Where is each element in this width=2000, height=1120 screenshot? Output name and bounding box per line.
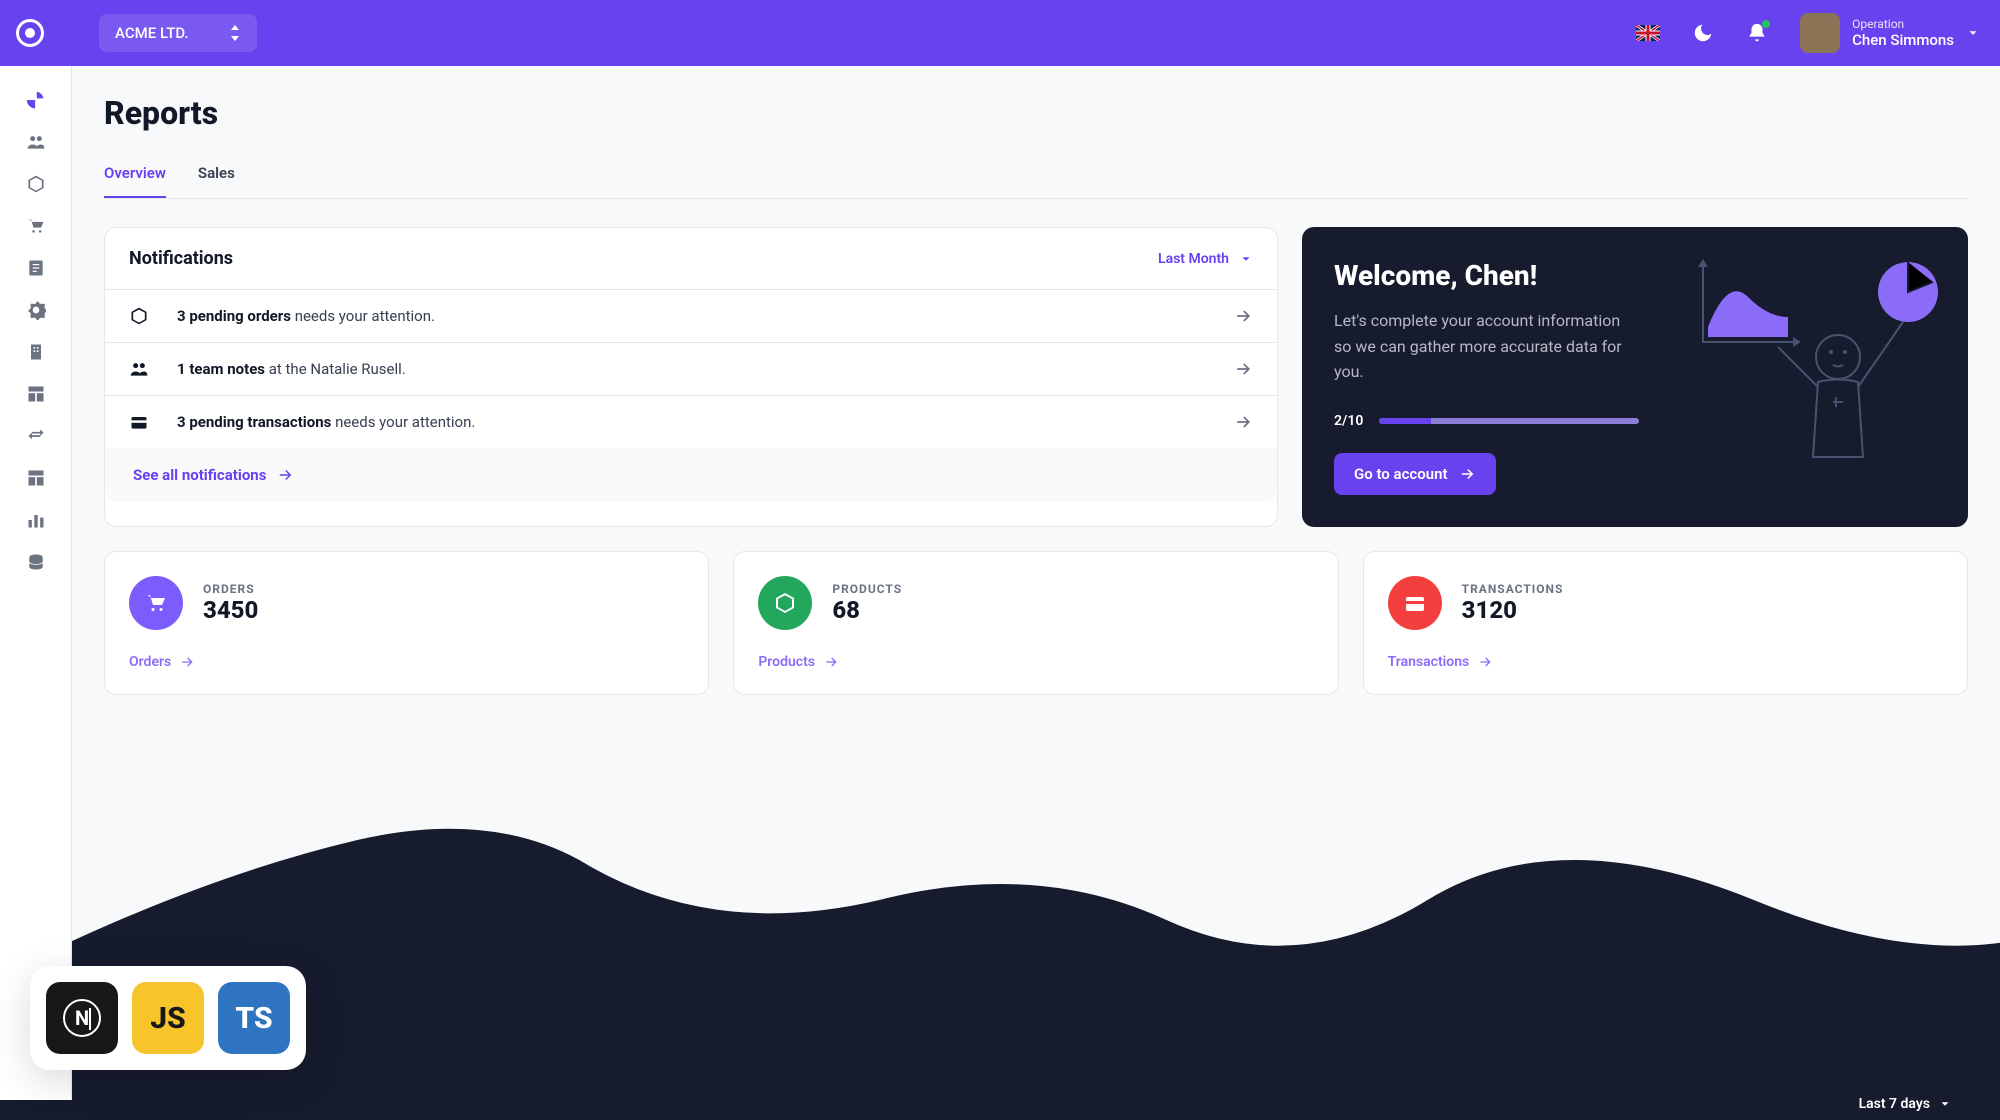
stat-link-orders[interactable]: Orders xyxy=(129,654,684,670)
wave-decoration-icon xyxy=(0,780,2000,1120)
sidebar-item-company[interactable] xyxy=(26,342,46,362)
arrow-right-icon xyxy=(1233,306,1253,326)
sidebar-item-layout[interactable] xyxy=(26,384,46,404)
cart-icon xyxy=(26,216,46,236)
tech-badge-next: N xyxy=(46,982,118,1054)
moon-icon[interactable] xyxy=(1692,22,1714,44)
app-header: ACME LTD. Operation Chen Simmons xyxy=(0,0,2000,66)
stat-link-transactions[interactable]: Transactions xyxy=(1388,654,1943,670)
notifications-card: Notifications Last Month 3 pending order… xyxy=(104,227,1278,527)
invoice-icon xyxy=(26,258,46,278)
avatar xyxy=(1800,13,1840,53)
chevron-updown-icon xyxy=(229,25,241,41)
tech-badge-ts: TS xyxy=(218,982,290,1054)
language-flag-icon[interactable] xyxy=(1636,25,1660,41)
people-icon xyxy=(129,359,153,379)
stat-value: 3120 xyxy=(1462,596,1564,624)
notification-dot-icon xyxy=(1762,20,1770,28)
stat-value: 68 xyxy=(832,596,902,624)
building-icon xyxy=(26,342,46,362)
stat-label: PRODUCTS xyxy=(832,582,902,596)
tab-overview[interactable]: Overview xyxy=(104,164,166,198)
transfer-icon xyxy=(26,426,46,446)
sidebar-item-dashboard[interactable] xyxy=(26,468,46,488)
see-all-notifications-link[interactable]: See all notifications xyxy=(133,466,1249,484)
progress-bar xyxy=(1379,418,1639,424)
box-icon xyxy=(129,306,153,326)
stat-label: ORDERS xyxy=(203,582,258,596)
notification-item[interactable]: 3 pending orders needs your attention. xyxy=(105,289,1277,342)
sidebar-item-products[interactable] xyxy=(26,174,46,194)
welcome-description: Let's complete your account information … xyxy=(1334,308,1634,385)
card-icon xyxy=(1388,576,1442,630)
chevron-down-icon xyxy=(1239,252,1253,266)
database-icon xyxy=(26,552,46,572)
sidebar-item-storage[interactable] xyxy=(26,552,46,572)
sidebar-item-team[interactable] xyxy=(26,132,46,152)
arrow-right-icon xyxy=(1477,654,1493,670)
page-title: Reports xyxy=(104,94,1968,132)
progress-text: 2/10 xyxy=(1334,413,1363,429)
user-menu[interactable]: Operation Chen Simmons xyxy=(1800,13,1980,53)
chart-icon xyxy=(26,510,46,530)
tech-badge-js: JS xyxy=(132,982,204,1054)
chart-period-filter[interactable]: Last 7 days xyxy=(1859,1096,1952,1112)
stat-label: TRANSACTIONS xyxy=(1462,582,1564,596)
sidebar-item-transfers[interactable] xyxy=(26,426,46,446)
sidebar-item-orders[interactable] xyxy=(26,216,46,236)
arrow-right-icon xyxy=(1233,412,1253,432)
pie-chart-icon xyxy=(26,90,46,110)
sidebar-item-reports[interactable] xyxy=(26,90,46,110)
tabs: Overview Sales xyxy=(104,164,1968,199)
notifications-title: Notifications xyxy=(129,248,233,269)
welcome-illustration-icon xyxy=(1688,237,1948,477)
logo-icon[interactable] xyxy=(16,19,44,47)
stat-value: 3450 xyxy=(203,596,258,624)
notification-item[interactable]: 1 team notes at the Natalie Rusell. xyxy=(105,342,1277,395)
go-to-account-button[interactable]: Go to account xyxy=(1334,453,1496,495)
org-selector[interactable]: ACME LTD. xyxy=(99,14,257,52)
sidebar xyxy=(0,66,72,1100)
arrow-right-icon xyxy=(179,654,195,670)
arrow-right-icon xyxy=(276,466,294,484)
stat-card-products: PRODUCTS 68 Products xyxy=(733,551,1338,695)
stat-link-products[interactable]: Products xyxy=(758,654,1313,670)
notifications-bell[interactable] xyxy=(1746,22,1768,44)
box-icon xyxy=(758,576,812,630)
grid-icon xyxy=(26,468,46,488)
notification-item[interactable]: 3 pending transactions needs your attent… xyxy=(105,395,1277,448)
user-role: Operation xyxy=(1852,17,1954,31)
svg-text:N: N xyxy=(75,1006,89,1030)
wallet-icon xyxy=(129,412,153,432)
people-icon xyxy=(26,132,46,152)
chevron-down-icon xyxy=(1966,26,1980,40)
org-name: ACME LTD. xyxy=(115,24,189,42)
box-icon xyxy=(26,174,46,194)
notifications-filter[interactable]: Last Month xyxy=(1158,251,1253,267)
arrow-right-icon xyxy=(1233,359,1253,379)
arrow-right-icon xyxy=(1458,465,1476,483)
tech-badges: N JS TS xyxy=(30,966,306,1070)
sidebar-item-invoices[interactable] xyxy=(26,258,46,278)
sidebar-item-settings[interactable] xyxy=(26,300,46,320)
tab-sales[interactable]: Sales xyxy=(198,164,235,198)
welcome-card: Welcome, Chen! Let's complete your accou… xyxy=(1302,227,1968,527)
user-name: Chen Simmons xyxy=(1852,31,1954,49)
stat-card-orders: ORDERS 3450 Orders xyxy=(104,551,709,695)
gear-icon xyxy=(26,300,46,320)
chevron-down-icon xyxy=(1938,1097,1952,1111)
stat-card-transactions: TRANSACTIONS 3120 Transactions xyxy=(1363,551,1968,695)
layout-icon xyxy=(26,384,46,404)
cart-icon xyxy=(129,576,183,630)
sidebar-item-analytics[interactable] xyxy=(26,510,46,530)
arrow-right-icon xyxy=(823,654,839,670)
